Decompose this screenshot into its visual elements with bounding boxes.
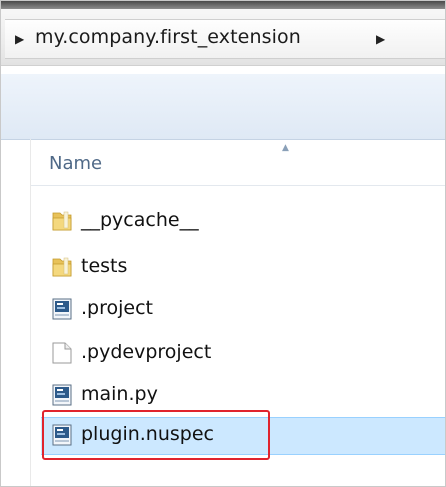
list-item[interactable]: tests xyxy=(31,249,445,285)
chevron-right-icon[interactable]: ▶ xyxy=(376,32,385,46)
window-top-edge xyxy=(1,1,445,9)
file-name: tests xyxy=(81,255,128,277)
address-bar[interactable]: ▶ my.company.first_extension ▶ xyxy=(5,19,445,59)
chevron-right-icon[interactable]: ▶ xyxy=(15,32,24,46)
list-item[interactable]: .project xyxy=(31,291,445,327)
annotation-highlight-box xyxy=(42,410,270,460)
breadcrumb-folder[interactable]: my.company.first_extension xyxy=(35,26,301,48)
explorer-window: ▶ my.company.first_extension ▶ ▲ Name __… xyxy=(0,0,446,487)
toolbar xyxy=(1,74,445,140)
blank-file-icon xyxy=(52,342,72,364)
address-bar-area: ▶ my.company.first_extension ▶ xyxy=(1,9,445,66)
folder-icon xyxy=(52,257,72,277)
column-header-label: Name xyxy=(49,153,103,174)
folder-icon xyxy=(52,211,72,231)
list-item[interactable]: .pydevproject xyxy=(31,335,445,371)
list-item[interactable]: __pycache__ xyxy=(31,203,445,239)
file-name: .pydevproject xyxy=(81,341,212,363)
file-icon xyxy=(52,384,72,406)
column-header-name[interactable]: ▲ Name xyxy=(31,141,445,186)
list-item[interactable]: main.py xyxy=(31,377,445,413)
file-name: .project xyxy=(81,297,153,319)
file-icon xyxy=(52,298,72,320)
sort-ascending-icon: ▲ xyxy=(282,143,289,153)
file-name: __pycache__ xyxy=(81,209,199,231)
file-name: main.py xyxy=(81,383,158,405)
